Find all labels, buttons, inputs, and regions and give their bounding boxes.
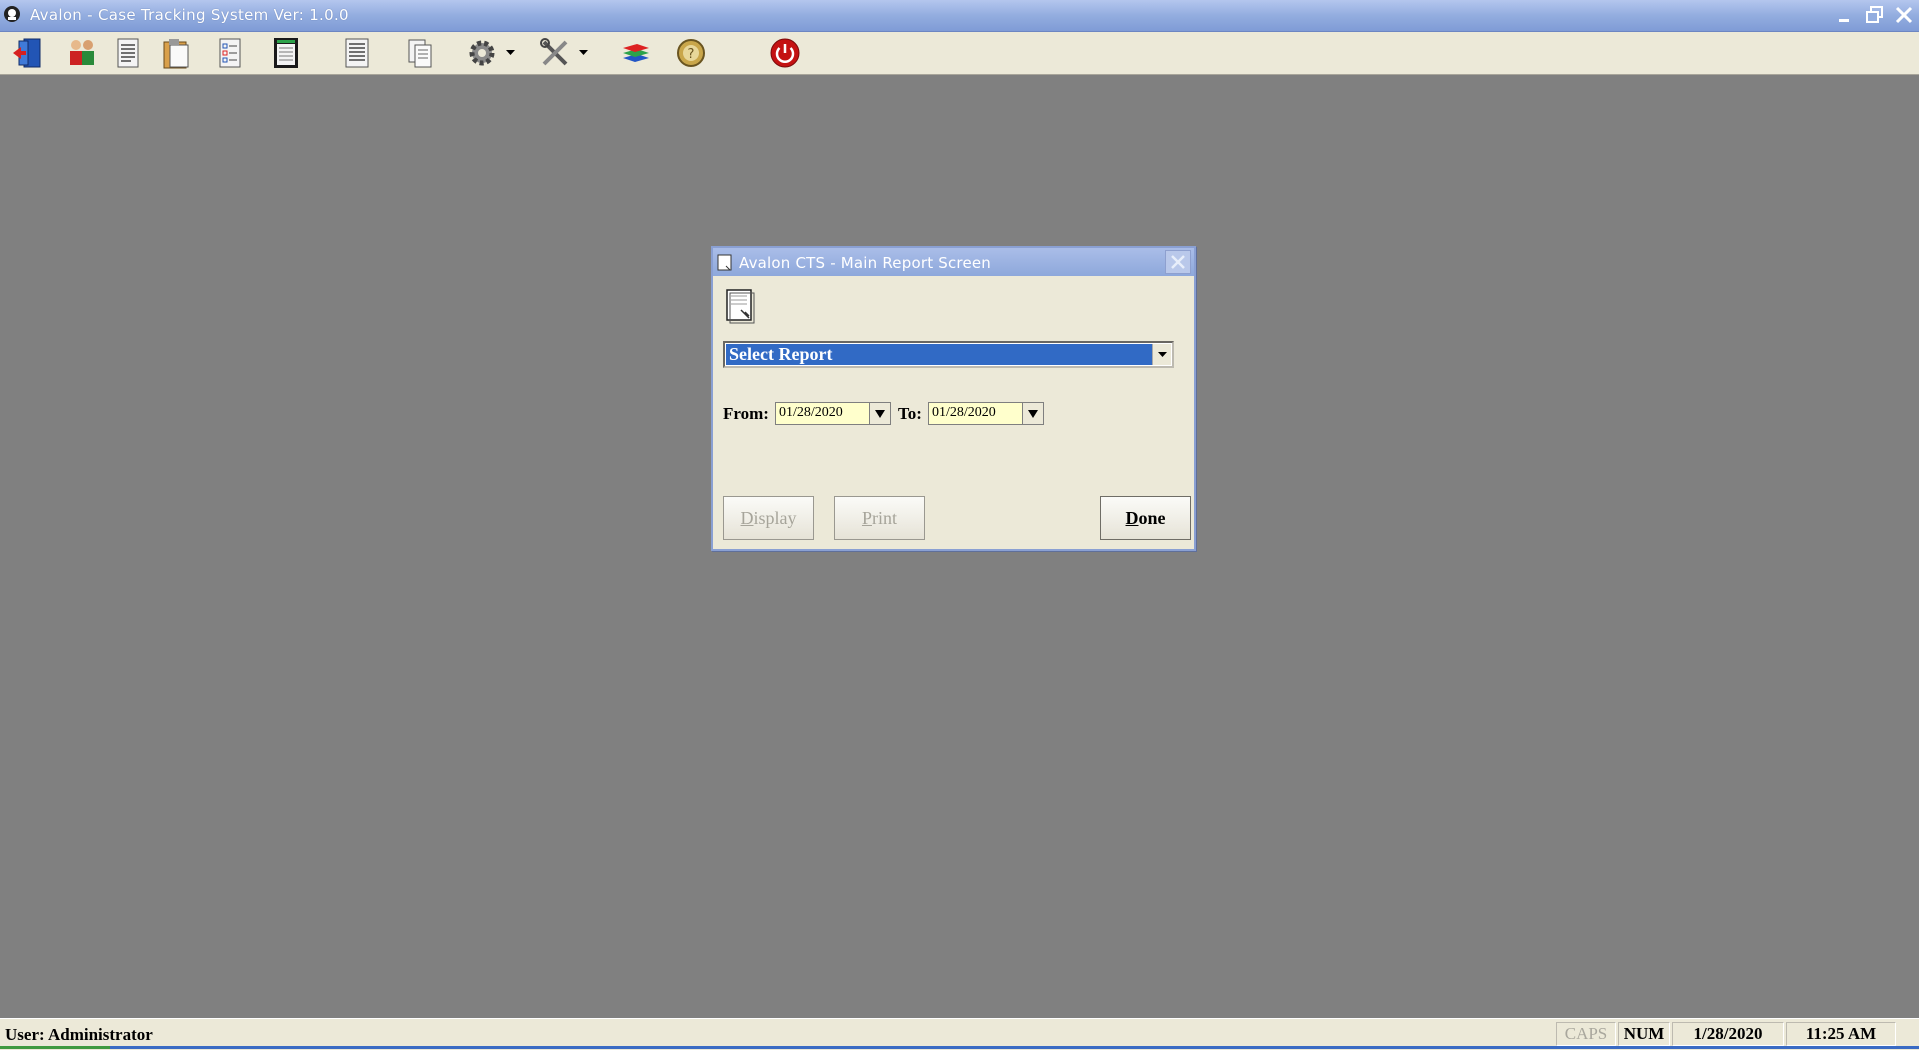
help-icon: ? bbox=[677, 39, 705, 67]
dialog-title: Avalon CTS - Main Report Screen bbox=[739, 254, 992, 272]
main-toolbar: ? bbox=[0, 32, 1919, 75]
print-button[interactable]: Print bbox=[834, 496, 925, 540]
chevron-down-icon bbox=[505, 50, 515, 55]
current-user: User: Administrator bbox=[5, 1025, 153, 1044]
from-date-field[interactable]: 01/28/2020 bbox=[775, 402, 891, 425]
from-date-value: 01/28/2020 bbox=[779, 405, 843, 420]
chevron-down-icon bbox=[1028, 409, 1038, 418]
checklist-button[interactable] bbox=[210, 34, 250, 72]
report-select[interactable]: Select Report bbox=[723, 341, 1174, 368]
svg-text:?: ? bbox=[688, 47, 695, 62]
report-select-dropdown[interactable] bbox=[1152, 344, 1171, 365]
copy-pages-icon bbox=[408, 39, 432, 68]
caps-indicator: CAPS bbox=[1556, 1022, 1616, 1046]
layers-button[interactable] bbox=[616, 34, 656, 72]
to-date-field[interactable]: 01/28/2020 bbox=[928, 402, 1044, 425]
users-icon bbox=[70, 40, 94, 65]
close-icon bbox=[1171, 255, 1185, 269]
settings-dropdown-button[interactable] bbox=[504, 36, 516, 70]
app-titlebar: Avalon - Case Tracking System Ver: 1.0.0 bbox=[0, 0, 1919, 32]
notepad-icon bbox=[274, 38, 298, 68]
list-button[interactable] bbox=[337, 34, 377, 72]
gear-icon bbox=[469, 40, 495, 66]
list-icon bbox=[345, 38, 369, 68]
tools-dropdown-button[interactable] bbox=[577, 36, 589, 70]
help-button[interactable]: ? bbox=[671, 34, 711, 72]
status-time: 11:25 AM bbox=[1786, 1022, 1896, 1046]
clipboard-button[interactable] bbox=[156, 34, 196, 72]
num-indicator: NUM bbox=[1618, 1022, 1670, 1046]
report-dialog: Avalon CTS - Main Report Screen Select R… bbox=[711, 246, 1196, 551]
status-date: 1/28/2020 bbox=[1672, 1022, 1784, 1046]
from-date-dropdown[interactable] bbox=[869, 403, 890, 424]
tools-button[interactable] bbox=[535, 34, 575, 72]
close-icon bbox=[1895, 6, 1913, 24]
power-off-button[interactable] bbox=[765, 34, 805, 72]
document-button[interactable] bbox=[108, 34, 148, 72]
close-app-button[interactable] bbox=[1891, 3, 1917, 27]
chevron-down-icon bbox=[578, 50, 588, 55]
copy-pages-button[interactable] bbox=[400, 34, 440, 72]
done-button[interactable]: Done bbox=[1100, 496, 1191, 540]
report-window-icon bbox=[717, 254, 732, 271]
power-icon bbox=[770, 38, 800, 68]
document-icon bbox=[117, 38, 139, 68]
display-button[interactable]: Display bbox=[723, 496, 814, 540]
stacked-layers-icon bbox=[623, 44, 649, 62]
checklist-icon bbox=[219, 38, 241, 68]
clipboard-icon bbox=[163, 39, 189, 69]
dialog-titlebar: Avalon CTS - Main Report Screen bbox=[713, 248, 1194, 276]
restore-button[interactable] bbox=[1862, 3, 1888, 27]
app-title: Avalon - Case Tracking System Ver: 1.0.0 bbox=[30, 6, 349, 24]
restore-icon bbox=[1866, 6, 1883, 23]
to-date-dropdown[interactable] bbox=[1022, 403, 1043, 424]
settings-button[interactable] bbox=[462, 34, 502, 72]
to-date-value: 01/28/2020 bbox=[932, 405, 996, 420]
users-button[interactable] bbox=[62, 34, 102, 72]
dialog-close-button[interactable] bbox=[1165, 250, 1191, 274]
chevron-down-icon bbox=[1157, 351, 1167, 357]
minimize-icon bbox=[1839, 19, 1849, 22]
to-label: To: bbox=[898, 404, 922, 423]
notepad-button[interactable] bbox=[266, 34, 306, 72]
tools-icon bbox=[540, 38, 568, 66]
exit-door-icon bbox=[13, 38, 41, 68]
report-select-value: Select Report bbox=[726, 344, 1152, 365]
app-logo-icon bbox=[4, 6, 20, 22]
from-label: From: bbox=[723, 404, 769, 423]
minimize-button[interactable] bbox=[1832, 3, 1858, 27]
chevron-down-icon bbox=[875, 409, 885, 418]
exit-button[interactable] bbox=[7, 34, 47, 72]
report-icon bbox=[726, 289, 755, 324]
